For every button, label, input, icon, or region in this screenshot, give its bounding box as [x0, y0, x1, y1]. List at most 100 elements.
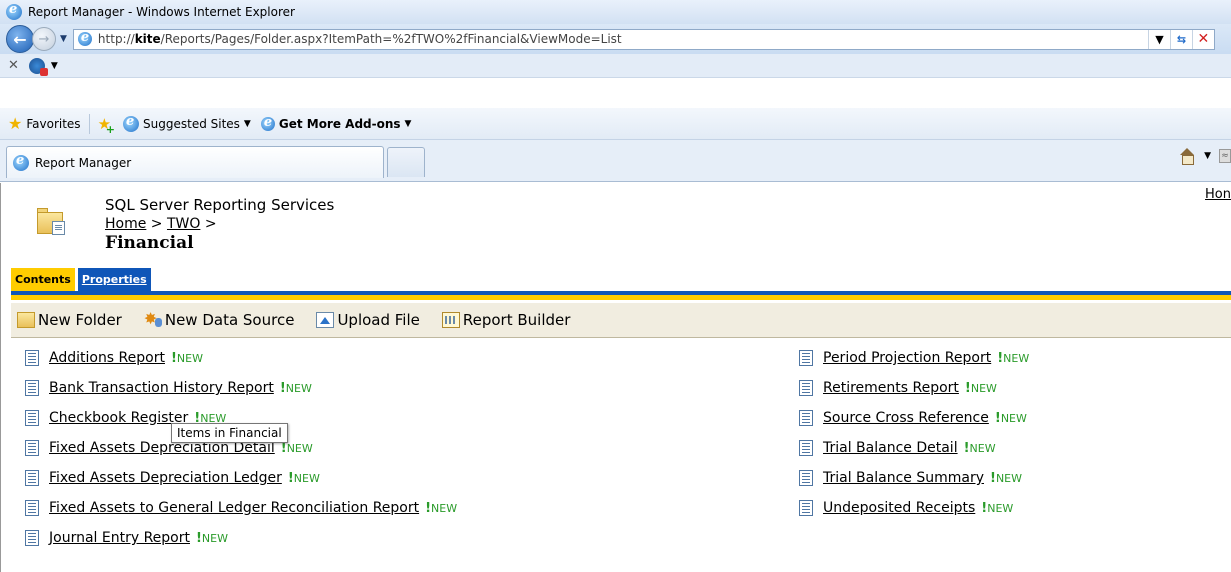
list-item: Additions Report !NEW: [25, 343, 457, 373]
list-item: Trial Balance Detail !NEW: [799, 433, 1029, 463]
refresh-icon[interactable]: ⇆: [1169, 29, 1192, 49]
list-item: Trial Balance Summary !NEW: [799, 463, 1029, 493]
breadcrumb-home-link[interactable]: Home: [105, 216, 146, 232]
new-badge-text: NEW: [285, 381, 312, 395]
tab-contents[interactable]: Contents: [11, 268, 75, 291]
report-icon[interactable]: [799, 410, 813, 426]
address-dropdown-icon[interactable]: ▼: [1147, 29, 1170, 49]
breadcrumb-separator: >: [150, 216, 163, 232]
list-item: Retirements Report !NEW: [799, 373, 1029, 403]
report-link[interactable]: Source Cross Reference: [823, 410, 989, 426]
page-favicon-icon: [77, 30, 92, 46]
new-folder-button[interactable]: New Folder: [17, 311, 122, 329]
addons-icon: [260, 115, 275, 131]
report-link[interactable]: Fixed Assets Depreciation Ledger: [49, 470, 282, 486]
upload-file-button[interactable]: Upload File: [316, 311, 420, 329]
report-icon[interactable]: [25, 470, 39, 486]
report-link[interactable]: Journal Entry Report: [49, 530, 190, 546]
report-icon[interactable]: [25, 350, 39, 366]
new-badge-text: NEW: [431, 501, 458, 515]
new-data-source-button[interactable]: New Data Source: [144, 309, 295, 329]
report-link[interactable]: Bank Transaction History Report: [49, 380, 274, 396]
breadcrumb: Home > TWO >: [105, 216, 217, 232]
list-item: Fixed Assets Depreciation Ledger !NEW: [25, 463, 457, 493]
add-to-favorites-icon[interactable]: ★: [98, 115, 116, 136]
report-icon[interactable]: [799, 440, 813, 456]
report-icon[interactable]: [25, 380, 39, 396]
new-badge-text: NEW: [995, 471, 1022, 485]
suggested-sites-button[interactable]: Suggested Sites ▼: [123, 114, 251, 132]
report-link[interactable]: Retirements Report: [823, 380, 959, 396]
home-icon[interactable]: [1178, 148, 1196, 165]
report-list-right: Period Projection Report !NEW Retirements …: [799, 343, 1029, 523]
report-link[interactable]: Undeposited Receipts: [823, 500, 975, 516]
list-item: Journal Entry Report !NEW: [25, 523, 457, 553]
list-item: Fixed Assets to General Ledger Reconcili…: [25, 493, 457, 523]
report-icon[interactable]: [799, 350, 813, 366]
command-bar: ▼ ≈: [1178, 148, 1231, 165]
suggested-sites-icon: [123, 114, 140, 132]
favorites-separator: [88, 113, 90, 134]
tab-properties[interactable]: Properties: [77, 268, 151, 291]
back-button[interactable]: ←: [6, 25, 34, 53]
report-icon[interactable]: [25, 440, 39, 456]
new-badge-text: NEW: [1003, 351, 1030, 365]
report-link[interactable]: Checkbook Register: [49, 410, 188, 426]
convert-tool-icon[interactable]: [28, 57, 48, 76]
new-badge: !NEW: [997, 351, 1029, 366]
recent-pages-dropdown-icon[interactable]: ▼: [60, 34, 67, 44]
page-title: Financial: [105, 233, 194, 253]
new-folder-icon: [17, 312, 35, 328]
folder-report-icon: [37, 208, 67, 236]
favorites-button[interactable]: ★ Favorites: [8, 114, 81, 133]
tab-row: Report Manager ▼ ≈: [0, 140, 1231, 182]
new-badge: !NEW: [990, 471, 1022, 486]
report-link[interactable]: Fixed Assets to General Ledger Reconcili…: [49, 500, 419, 516]
suggested-sites-label: Suggested Sites: [143, 116, 240, 131]
address-url[interactable]: http://kite/Reports/Pages/Folder.aspx?It…: [98, 32, 622, 46]
new-badge: !NEW: [981, 501, 1013, 516]
report-link[interactable]: Trial Balance Summary: [823, 470, 984, 486]
new-folder-label: New Folder: [38, 311, 122, 329]
new-tab-button[interactable]: [387, 147, 425, 177]
favorites-star-icon: ★: [8, 114, 23, 133]
navigation-bar: ← → ▼ http://kite/Reports/Pages/Folder.a…: [0, 24, 1231, 54]
forward-button[interactable]: →: [32, 27, 56, 51]
address-bar[interactable]: http://kite/Reports/Pages/Folder.aspx?It…: [72, 28, 1215, 50]
app-title: SQL Server Reporting Services: [105, 196, 335, 214]
favorites-label: Favorites: [26, 116, 81, 131]
tab-title: Report Manager: [35, 155, 132, 170]
secondary-toolbar: ✕ ▼: [0, 54, 1231, 78]
report-icon[interactable]: [25, 500, 39, 516]
new-badge-text: NEW: [1000, 411, 1027, 425]
home-link[interactable]: Hon: [1205, 187, 1231, 202]
stop-icon[interactable]: ✕: [1191, 29, 1214, 49]
get-more-addons-button[interactable]: Get More Add-ons ▼: [260, 115, 411, 131]
feeds-icon[interactable]: ≈: [1219, 149, 1231, 163]
breadcrumb-two-link[interactable]: TWO: [167, 216, 200, 232]
report-icon[interactable]: [25, 410, 39, 426]
close-toolbar-icon[interactable]: ✕: [8, 58, 19, 73]
new-badge-text: NEW: [201, 531, 228, 545]
addons-label: Get More Add-ons: [278, 116, 401, 131]
breadcrumb-separator: >: [204, 216, 217, 232]
report-icon[interactable]: [799, 470, 813, 486]
report-link[interactable]: Period Projection Report: [823, 350, 991, 366]
upload-file-label: Upload File: [337, 311, 420, 329]
tool-dropdown-icon[interactable]: ▼: [51, 61, 58, 71]
new-badge: !NEW: [171, 351, 203, 366]
report-builder-button[interactable]: Report Builder: [441, 311, 571, 329]
home-dropdown-icon[interactable]: ▼: [1204, 151, 1211, 161]
report-link[interactable]: Trial Balance Detail: [823, 440, 958, 456]
tab-report-manager[interactable]: Report Manager: [6, 146, 384, 178]
report-icon[interactable]: [25, 530, 39, 546]
new-badge: !NEW: [288, 471, 320, 486]
new-badge: !NEW: [196, 531, 228, 546]
report-icon[interactable]: [799, 500, 813, 516]
new-badge: !NEW: [964, 441, 996, 456]
list-item: Period Projection Report !NEW: [799, 343, 1029, 373]
report-icon[interactable]: [799, 380, 813, 396]
report-builder-label: Report Builder: [462, 311, 571, 329]
favorites-bar: ★ Favorites ★ Suggested Sites ▼ Get More…: [0, 108, 1231, 140]
report-link[interactable]: Additions Report: [49, 350, 165, 366]
